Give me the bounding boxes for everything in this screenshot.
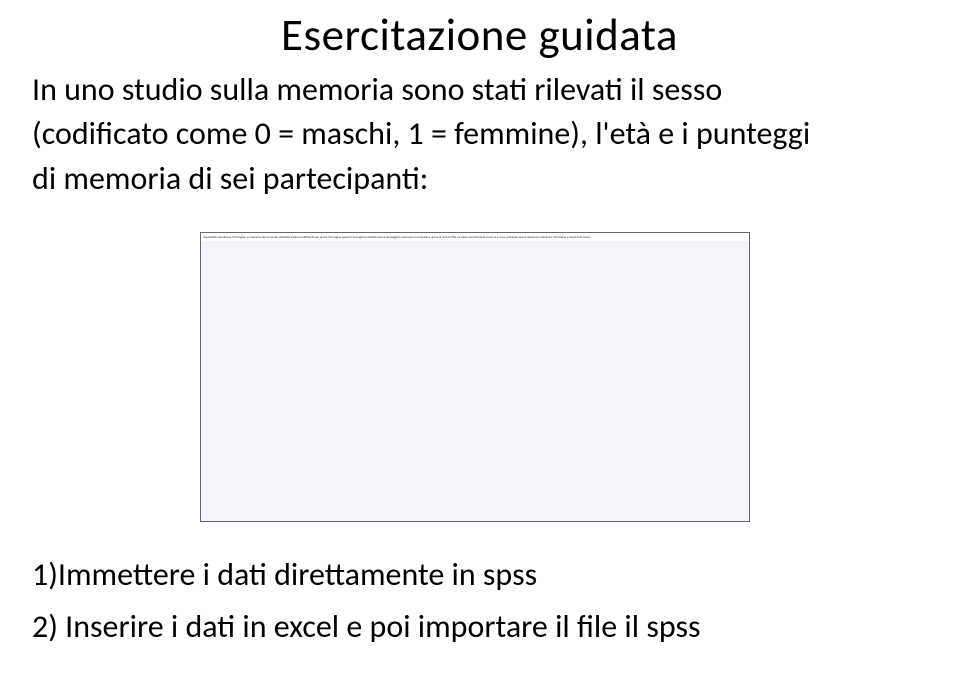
- image-placeholder-fill: [201, 241, 749, 521]
- slide-title: Esercitazione guidata: [32, 8, 927, 63]
- slide-page: Esercitazione guidata In uno studio sull…: [0, 0, 959, 674]
- intro-line-1: In uno studio sulla memoria sono stati r…: [32, 71, 927, 109]
- image-placeholder-box: Impossibile visualizzare l'immagine. La …: [200, 232, 750, 522]
- steps-block: 1)Immettere i dati direttamente in spss …: [32, 556, 701, 653]
- step-1: 1)Immettere i dati direttamente in spss: [32, 556, 701, 594]
- intro-line-3: di memoria di sei partecipanti:: [32, 160, 927, 198]
- step-2: 2) Inserire i dati in excel e poi import…: [32, 608, 701, 646]
- intro-line-2: (codificato come 0 = maschi, 1 = femmine…: [32, 115, 927, 153]
